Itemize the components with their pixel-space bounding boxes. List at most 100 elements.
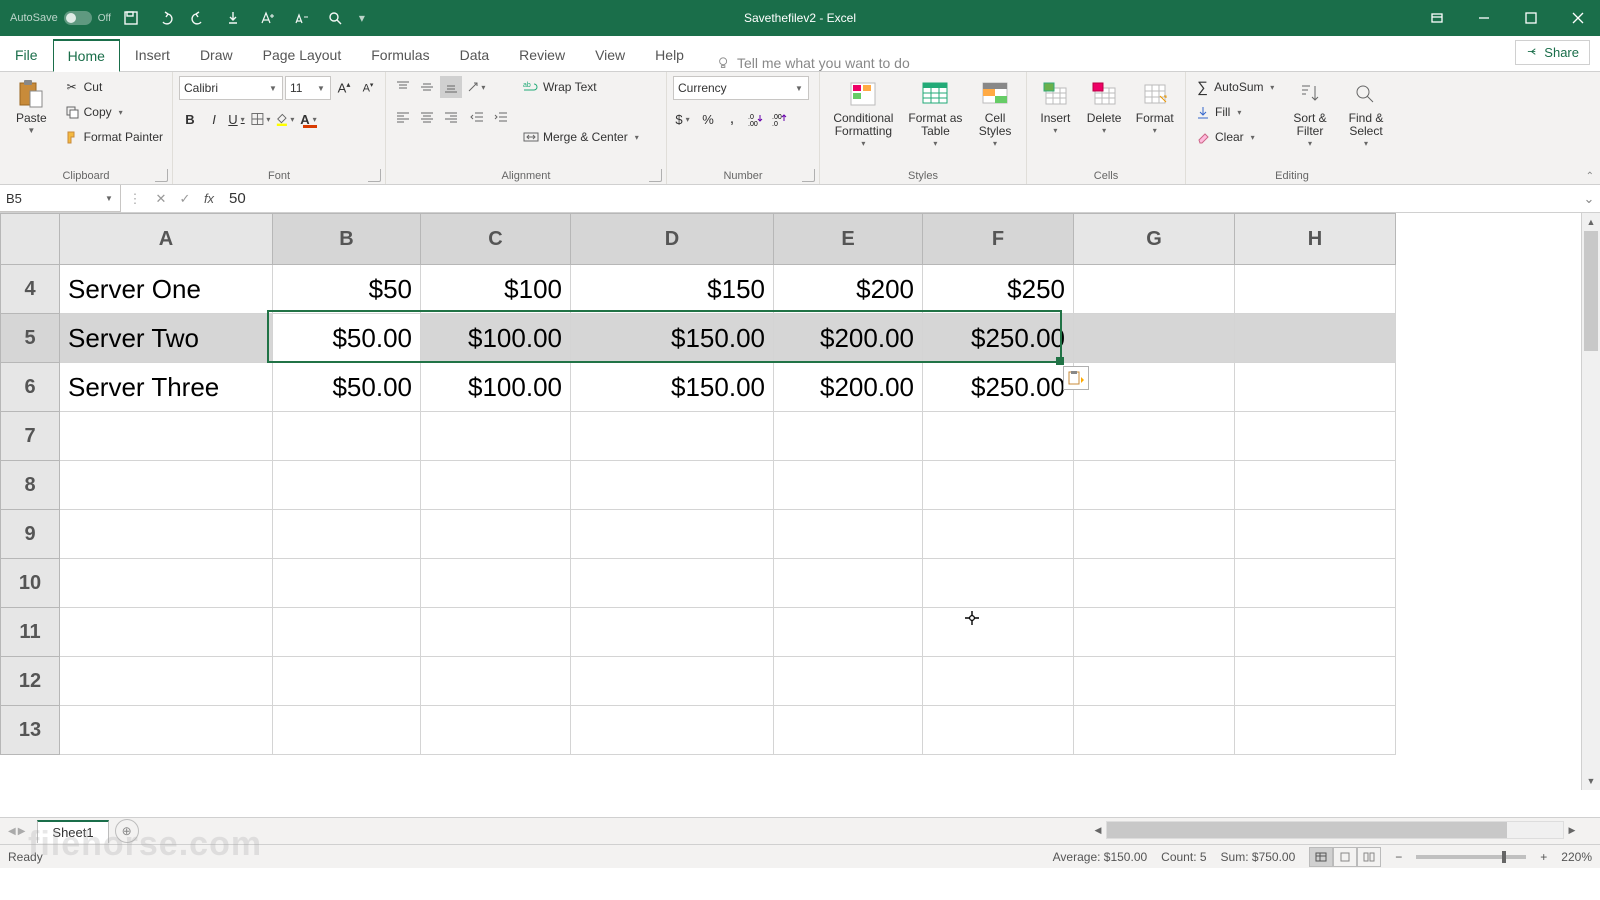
row-header-11[interactable]: 11 [1,608,60,657]
autosum-button[interactable]: ∑AutoSum▾ [1192,76,1280,98]
cell-A13[interactable] [60,706,273,755]
cell-F9[interactable] [923,510,1074,559]
add-sheet-button[interactable]: ⊕ [115,819,139,843]
redo-button[interactable] [185,4,213,32]
cell-G4[interactable] [1074,265,1235,314]
cell-G5[interactable] [1074,314,1235,363]
find-select-button[interactable]: Find & Select▾ [1340,76,1392,151]
cell-G8[interactable] [1074,461,1235,510]
alignment-launcher[interactable] [649,169,662,182]
cell-E8[interactable] [774,461,923,510]
cell-A5[interactable]: Server Two [60,314,273,363]
percent-format-button[interactable]: % [697,108,719,130]
row-header-13[interactable]: 13 [1,706,60,755]
cell-A9[interactable] [60,510,273,559]
cell-E12[interactable] [774,657,923,706]
decrease-indent-button[interactable] [466,106,488,128]
cell-C10[interactable] [421,559,571,608]
row-header-7[interactable]: 7 [1,412,60,461]
horizontal-scrollbar[interactable]: ◀▶ [1090,822,1580,838]
cell-H13[interactable] [1235,706,1396,755]
cell-A8[interactable] [60,461,273,510]
tab-data[interactable]: Data [445,39,505,71]
sort-filter-button[interactable]: Sort & Filter▾ [1284,76,1336,151]
minimize-button[interactable] [1461,0,1506,36]
align-right-button[interactable] [440,106,462,128]
col-header-H[interactable]: H [1235,214,1396,265]
cut-button[interactable]: ✂Cut [61,76,166,98]
spreadsheet-grid[interactable]: ABCDEFGH4Server One$50$100$150$200$2505S… [0,213,1600,817]
format-painter-button[interactable]: Format Painter [61,126,166,148]
accounting-format-button[interactable]: $▾ [673,108,695,130]
expand-formula-bar-button[interactable]: ⌄ [1578,191,1600,207]
cell-C12[interactable] [421,657,571,706]
cell-H11[interactable] [1235,608,1396,657]
cell-D7[interactable] [571,412,774,461]
cell-E11[interactable] [774,608,923,657]
cell-E6[interactable]: $200.00 [774,363,923,412]
cell-B7[interactable] [273,412,421,461]
paste-options-button[interactable] [1063,366,1089,390]
cell-G11[interactable] [1074,608,1235,657]
collapse-ribbon-button[interactable]: ⌃ [1586,171,1594,182]
col-header-B[interactable]: B [273,214,421,265]
cancel-formula-button[interactable]: ✕ [149,191,173,207]
sheet-nav-next[interactable]: ▶ [18,826,26,837]
conditional-formatting-button[interactable]: Conditional Formatting▾ [826,76,901,151]
ribbon-display-button[interactable] [1414,0,1459,36]
vertical-scrollbar[interactable]: ▲▼ [1581,213,1600,790]
align-center-button[interactable] [416,106,438,128]
cell-H12[interactable] [1235,657,1396,706]
increase-font-button[interactable] [253,4,281,32]
cell-D12[interactable] [571,657,774,706]
tab-insert[interactable]: Insert [120,39,185,71]
cell-A10[interactable] [60,559,273,608]
cell-G12[interactable] [1074,657,1235,706]
tab-help[interactable]: Help [640,39,699,71]
row-header-5[interactable]: 5 [1,314,60,363]
cell-E4[interactable]: $200 [774,265,923,314]
row-header-12[interactable]: 12 [1,657,60,706]
cell-B4[interactable]: $50 [273,265,421,314]
cell-D5[interactable]: $150.00 [571,314,774,363]
increase-decimal-button[interactable]: .0.00 [745,108,767,130]
row-header-8[interactable]: 8 [1,461,60,510]
autosave-toggle[interactable]: AutoSave Off [10,11,111,25]
cell-C11[interactable] [421,608,571,657]
cell-C7[interactable] [421,412,571,461]
col-header-G[interactable]: G [1074,214,1235,265]
cell-D8[interactable] [571,461,774,510]
cell-D9[interactable] [571,510,774,559]
row-header-6[interactable]: 6 [1,363,60,412]
tab-formulas[interactable]: Formulas [356,39,444,71]
fill-button[interactable]: Fill▾ [1192,101,1280,123]
row-header-4[interactable]: 4 [1,265,60,314]
cell-H7[interactable] [1235,412,1396,461]
tab-file[interactable]: File [0,39,53,71]
font-name-select[interactable]: Calibri▼ [179,76,283,100]
cell-F6[interactable]: $250.00 [923,363,1074,412]
insert-cells-button[interactable]: Insert▾ [1033,76,1078,138]
underline-button[interactable]: U▾ [227,108,249,130]
italic-button[interactable]: I [203,108,225,130]
delete-cells-button[interactable]: Delete▾ [1082,76,1127,138]
tab-view[interactable]: View [580,39,640,71]
cell-G9[interactable] [1074,510,1235,559]
wrap-text-button[interactable]: abWrap Text [520,76,645,98]
cell-A7[interactable] [60,412,273,461]
cell-E5[interactable]: $200.00 [774,314,923,363]
clipboard-launcher[interactable] [155,169,168,182]
format-cells-button[interactable]: Format▾ [1131,76,1179,138]
cell-D4[interactable]: $150 [571,265,774,314]
tab-home[interactable]: Home [53,39,120,72]
fx-icon[interactable]: fx [197,191,221,206]
cell-F12[interactable] [923,657,1074,706]
cell-D6[interactable]: $150.00 [571,363,774,412]
tab-page-layout[interactable]: Page Layout [248,39,357,71]
cell-A6[interactable]: Server Three [60,363,273,412]
merge-center-button[interactable]: Merge & Center▾ [520,126,645,148]
zoom-slider[interactable] [1416,855,1526,859]
cell-H9[interactable] [1235,510,1396,559]
cell-H8[interactable] [1235,461,1396,510]
undo-button[interactable] [151,4,179,32]
